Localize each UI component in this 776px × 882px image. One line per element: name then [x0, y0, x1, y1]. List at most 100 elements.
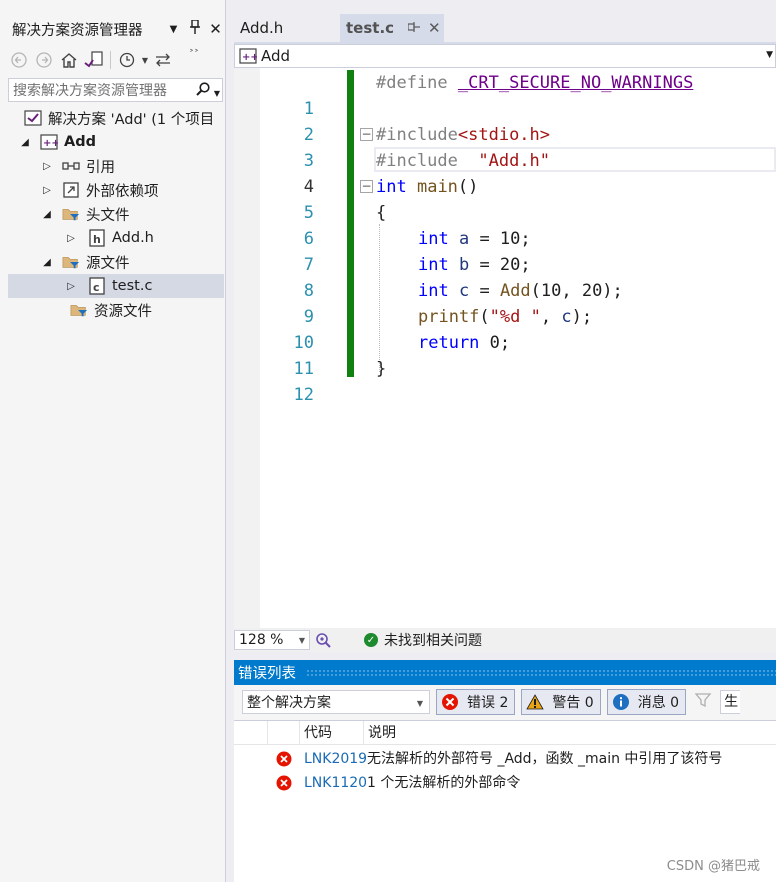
navigation-bar-scope-dropdown[interactable]: ++ Add ▼ — [234, 44, 776, 68]
filter-folder-icon — [62, 205, 80, 223]
messages-filter-button[interactable]: 消息 0 — [606, 689, 687, 715]
expanded-arrow-icon[interactable]: ◢ — [40, 255, 54, 269]
column-header-description[interactable]: 说明 — [364, 721, 774, 745]
tree-item-external-deps[interactable]: ▷ 外部依赖项 — [8, 178, 224, 202]
collapsed-arrow-icon[interactable]: ▷ — [64, 279, 78, 293]
warning-icon — [526, 693, 545, 711]
error-description: 1 个无法解析的外部命令 — [367, 775, 521, 791]
function-token: Add — [499, 281, 531, 301]
line-number: 12 — [293, 385, 314, 405]
tree-item-resource-files[interactable]: 资源文件 — [8, 298, 224, 322]
expanded-arrow-icon[interactable]: ◢ — [18, 135, 32, 149]
tree-item-add-h[interactable]: ▷ h Add.h — [8, 226, 224, 250]
code-line-10[interactable]: 10 printf("%d ", c); — [234, 304, 776, 353]
chevron-down-icon[interactable]: ▼ — [299, 636, 305, 645]
error-row[interactable]: LNK1120 1 个无法解析的外部命令 — [234, 771, 776, 795]
search-icon[interactable]: ▼ — [194, 81, 222, 99]
tree-item-test-c[interactable]: ▷ c test.c — [8, 274, 224, 298]
outline-collapse-icon[interactable]: − — [360, 180, 373, 193]
macro-token: _CRT_SECURE_NO_WARNINGS — [457, 73, 694, 93]
issues-text: 未找到相关问题 — [384, 633, 482, 649]
error-list-panel: 错误列表 整个解决方案 ▼ 错误 2 警告 0 消息 0 生 代码 说明 LNK… — [234, 660, 776, 882]
code-line-12[interactable]: 12 } — [234, 356, 776, 405]
chevron-down-icon[interactable]: ▼ — [141, 49, 149, 71]
code-line-9[interactable]: 9 int c = Add(10, 20); — [234, 278, 776, 327]
filter-folder-icon — [62, 253, 80, 271]
navbar-scope-label: Add — [261, 47, 291, 65]
tab-add-h[interactable]: Add.h — [234, 14, 340, 42]
filter-icon[interactable] — [692, 691, 714, 713]
code-line-6[interactable]: 6 { — [234, 200, 776, 249]
close-icon[interactable]: ✕ — [205, 20, 226, 38]
overflow-chevron-icon[interactable]: ˃˃ — [183, 43, 205, 65]
tree-item-label: Add.h — [112, 230, 154, 246]
home-icon[interactable] — [58, 49, 80, 71]
code-line-2[interactable]: 2 — [234, 96, 776, 145]
pin-icon[interactable] — [184, 19, 205, 38]
expanded-arrow-icon[interactable]: ◢ — [40, 207, 54, 221]
pending-changes-filter-icon[interactable] — [116, 49, 138, 71]
collapsed-arrow-icon[interactable]: ▷ — [40, 183, 54, 197]
collapsed-arrow-icon[interactable]: ▷ — [40, 159, 54, 173]
solution-icon — [24, 109, 42, 127]
tree-item-header-files[interactable]: ◢ 头文件 — [8, 202, 224, 226]
error-grid-header: 代码 说明 — [234, 721, 776, 745]
back-icon[interactable] — [8, 49, 30, 71]
code-cleanup-icon[interactable] — [314, 631, 332, 649]
document-tabs: Add.h test.c ✕ — [234, 14, 776, 42]
header-file-icon: h — [88, 229, 106, 247]
code-line-4[interactable]: 4 #include "Add.h" — [234, 148, 776, 197]
variable-token: a — [458, 229, 470, 249]
code-line-3[interactable]: 3 − #include<stdio.h> — [234, 122, 776, 171]
tree-item-references[interactable]: ▷ 引用 — [8, 154, 224, 178]
code-line-7[interactable]: 7 int a = 10; — [234, 226, 776, 275]
warnings-filter-button[interactable]: 警告 0 — [521, 689, 601, 715]
svg-text:h: h — [93, 233, 101, 246]
sync-with-active-document-icon[interactable] — [152, 49, 174, 71]
tab-pin-icon[interactable] — [407, 21, 421, 35]
switch-views-icon[interactable] — [83, 49, 105, 71]
expr-token: (10, 20); — [530, 281, 623, 301]
error-scope-dropdown[interactable]: 整个解决方案 ▼ — [242, 690, 430, 714]
build-intellisense-dropdown[interactable]: 生 — [720, 690, 741, 714]
keyword-token: int — [418, 281, 449, 301]
tree-item-source-files[interactable]: ◢ 源文件 — [8, 250, 224, 274]
errors-filter-button[interactable]: 错误 2 — [436, 689, 516, 715]
tree-item-label: 源文件 — [86, 255, 130, 272]
column-header-severity[interactable] — [268, 721, 300, 745]
brace-token: { — [376, 203, 387, 223]
tree-item-label: Add — [64, 134, 96, 150]
tree-item-solution[interactable]: 解决方案 'Add' (1 个项目 — [8, 106, 224, 130]
chevron-down-icon[interactable]: ▼ — [766, 50, 773, 60]
code-editor[interactable]: 1 #define _CRT_SECURE_NO_WARNINGS 2 3 − … — [234, 68, 776, 628]
error-scope-value: 整个解决方案 — [247, 695, 331, 711]
solution-search-input[interactable]: 搜索解决方案资源管理器 ▼ — [8, 78, 223, 102]
error-code-link[interactable]: LNK2019 — [304, 747, 366, 771]
variable-token: c — [561, 307, 572, 327]
tree-item-project-add[interactable]: ◢ ++ Add — [8, 130, 224, 154]
code-line-11[interactable]: 11 return 0; — [234, 330, 776, 379]
error-icon — [276, 775, 292, 791]
tab-test-c[interactable]: test.c ✕ — [340, 14, 444, 42]
outline-collapse-icon[interactable]: − — [360, 128, 373, 141]
error-code-link[interactable]: LNK1120 — [304, 771, 366, 795]
function-token: printf — [418, 307, 480, 327]
issues-indicator[interactable]: ✓ 未找到相关问题 — [364, 630, 482, 650]
window-position-dropdown-icon[interactable]: ▼ — [163, 24, 184, 35]
check-circle-icon: ✓ — [364, 633, 378, 647]
code-line-1[interactable]: 1 #define _CRT_SECURE_NO_WARNINGS — [234, 70, 776, 119]
solution-explorer-panel: 解决方案资源管理器 ▼ ✕ ▼ ˃˃ 搜索解决方案资源管理器 ▼ 解决方案 'A… — [0, 0, 226, 882]
chevron-down-icon[interactable]: ▼ — [417, 699, 423, 708]
error-list-title-bar: 错误列表 — [234, 660, 776, 685]
forward-icon[interactable] — [33, 49, 55, 71]
zoom-dropdown[interactable]: 128 % ▼ — [234, 630, 310, 650]
keyword-token: int — [418, 229, 449, 249]
svg-text:c: c — [93, 281, 100, 294]
code-line-5[interactable]: 5 − int main() — [234, 174, 776, 223]
column-header-blank[interactable] — [234, 721, 268, 745]
column-header-code[interactable]: 代码 — [300, 721, 364, 745]
collapsed-arrow-icon[interactable]: ▷ — [64, 231, 78, 245]
code-line-8[interactable]: 8 int b = 20; — [234, 252, 776, 301]
error-row[interactable]: LNK2019 无法解析的外部符号 _Add，函数 _main 中引用了该符号 — [234, 747, 776, 771]
tab-close-icon[interactable]: ✕ — [428, 19, 441, 37]
